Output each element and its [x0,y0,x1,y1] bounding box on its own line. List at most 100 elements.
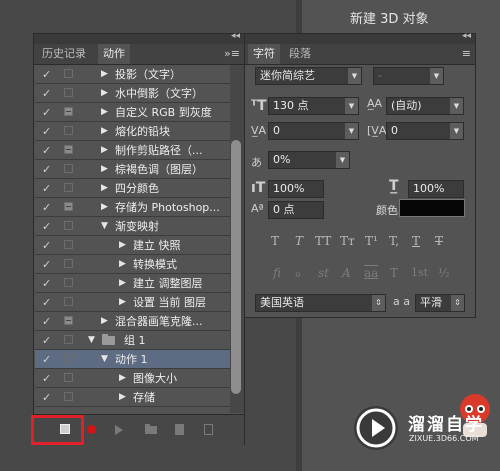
expand-down-icon[interactable]: ▼ [101,217,108,236]
all-caps-icon[interactable]: TT [315,234,331,248]
kerning-field[interactable]: 0 ▼ [268,122,359,140]
toggle-dialog-icon[interactable] [64,392,73,401]
action-list-item[interactable]: ✓ ▶ 棕褐色调（图层） [35,160,230,179]
toggle-item-checkmark-icon[interactable]: ✓ [42,236,54,255]
tab-history[interactable]: 历史记录 [37,44,91,64]
toggle-item-checkmark-icon[interactable]: ✓ [42,350,54,369]
toggle-dialog-icon[interactable] [64,107,73,116]
action-list-item[interactable]: ✓ ▶ 存储 [35,388,230,407]
toggle-dialog-icon[interactable] [64,202,73,211]
expand-right-icon[interactable]: ▶ [119,293,126,312]
font-size-field[interactable]: 130 点 ▼ [268,97,359,115]
stylistic-alternates-icon[interactable]: aa [364,266,378,280]
faux-bold-icon[interactable]: T [271,234,279,248]
toggle-item-checkmark-icon[interactable]: ✓ [42,65,54,84]
toggle-item-checkmark-icon[interactable]: ✓ [42,331,54,350]
expand-right-icon[interactable]: ▶ [101,179,108,198]
ligatures-icon[interactable]: fi [273,266,281,280]
collapse-panel-icon[interactable]: ◂◂ [462,31,471,41]
toggle-item-checkmark-icon[interactable]: ✓ [42,274,54,293]
expand-right-icon[interactable]: ▶ [119,388,126,407]
new-action-icon[interactable] [175,424,184,435]
expand-right-icon[interactable]: ▶ [119,255,126,274]
toggle-item-checkmark-icon[interactable]: ✓ [42,198,54,217]
toggle-item-checkmark-icon[interactable]: ✓ [42,122,54,141]
toggle-item-checkmark-icon[interactable]: ✓ [42,312,54,331]
action-list-item[interactable]: ✓ ▶ 存储为 Photoshop... [35,198,230,217]
toggle-item-checkmark-icon[interactable]: ✓ [42,141,54,160]
expand-right-icon[interactable]: ▶ [101,103,108,122]
toggle-dialog-icon[interactable] [64,316,73,325]
toggle-dialog-icon[interactable] [64,164,73,173]
action-list-item[interactable]: ✓ ▼ 组 1 [35,331,230,350]
action-list-item[interactable]: ✓ ▶ 建立 快照 [35,236,230,255]
action-list-item[interactable]: ✓ ▶ 熔化的铅块 [35,122,230,141]
expand-down-icon[interactable]: ▼ [88,331,95,350]
action-list-item[interactable]: ✓ ▼ 渐变映射 [35,217,230,236]
panel-title-bar[interactable]: ◂◂ [245,31,475,44]
tab-character[interactable]: 字符 [248,44,280,64]
toggle-item-checkmark-icon[interactable]: ✓ [42,179,54,198]
expand-right-icon[interactable]: ▶ [119,369,126,388]
toggle-dialog-icon[interactable] [64,126,73,135]
toggle-dialog-icon[interactable] [64,183,73,192]
baseline-shift-field[interactable]: 0 点 [268,201,324,219]
swash-icon[interactable]: A [342,266,351,280]
underline-icon[interactable]: T [412,234,420,248]
toggle-dialog-icon[interactable] [64,278,73,287]
language-select[interactable]: 美国英语 ⇕ [255,294,386,312]
toggle-item-checkmark-icon[interactable]: ✓ [42,369,54,388]
toggle-item-checkmark-icon[interactable]: ✓ [42,217,54,236]
action-list-item[interactable]: ✓ ▶ 设置 当前 图层 [35,293,230,312]
expand-down-icon[interactable]: ▼ [101,350,108,369]
toggle-dialog-icon[interactable] [64,259,73,268]
toggle-item-checkmark-icon[interactable]: ✓ [42,255,54,274]
collapse-panel-icon[interactable]: ◂◂ [231,31,240,41]
expand-right-icon[interactable]: ▶ [101,84,108,103]
play-icon[interactable] [115,425,123,435]
panel-menu-icon[interactable]: »≡ [224,44,240,64]
expand-right-icon[interactable]: ▶ [101,160,108,179]
new-set-icon[interactable] [145,424,157,434]
toggle-dialog-icon[interactable] [64,69,73,78]
toggle-dialog-icon[interactable] [64,240,73,249]
action-list-item[interactable]: ✓ ▶ 投影（文字） [35,65,230,84]
expand-right-icon[interactable]: ▶ [119,274,126,293]
ordinals-icon[interactable]: 1st [411,266,428,279]
font-style-select[interactable]: - ▼ [373,67,444,85]
toggle-dialog-icon[interactable] [64,335,73,344]
expand-right-icon[interactable]: ▶ [101,65,108,84]
antialias-select[interactable]: 平滑 ⇕ [415,294,465,312]
contextual-alternates-icon[interactable]: ℴ [295,266,301,280]
vertical-scale-field[interactable]: 100% [268,180,324,198]
panel-menu-icon[interactable]: ≡ [462,44,471,64]
toggle-item-checkmark-icon[interactable]: ✓ [42,84,54,103]
expand-right-icon[interactable]: ▶ [101,122,108,141]
horizontal-scale-field[interactable]: 100% [408,180,464,198]
toggle-item-checkmark-icon[interactable]: ✓ [42,293,54,312]
toggle-dialog-icon[interactable] [64,221,73,230]
actions-scrollbar-thumb[interactable] [231,140,241,394]
action-list-item[interactable]: ✓ ▶ 建立 调整图层 [35,274,230,293]
fractions-icon[interactable]: ½ [438,266,450,280]
toggle-dialog-icon[interactable] [64,297,73,306]
tracking-field[interactable]: 0 ▼ [386,122,464,140]
superscript-icon[interactable]: T¹ [365,234,378,248]
faux-italic-icon[interactable]: T [295,234,303,248]
strikethrough-icon[interactable]: T [435,234,443,248]
action-list-item[interactable]: ✓ ▶ 图像大小 [35,369,230,388]
toggle-dialog-icon[interactable] [64,88,73,97]
action-list-item[interactable]: ✓ ▶ 自定义 RGB 到灰度 [35,103,230,122]
toggle-item-checkmark-icon[interactable]: ✓ [42,388,54,407]
action-list-item[interactable]: ✓ ▶ 转换模式 [35,255,230,274]
tab-paragraph[interactable]: 段落 [284,44,316,64]
delete-icon[interactable] [204,424,213,435]
action-list-item[interactable]: ✓ ▶ 四分颜色 [35,179,230,198]
text-color-swatch[interactable] [399,199,465,217]
expand-right-icon[interactable]: ▶ [119,236,126,255]
expand-right-icon[interactable]: ▶ [101,141,108,160]
action-list-item[interactable]: ✓ ▼ 动作 1 [35,350,230,369]
tsume-field[interactable]: 0% ▼ [268,151,350,169]
expand-right-icon[interactable]: ▶ [101,312,108,331]
action-list-item[interactable]: ✓ ▶ 水中倒影（文字） [35,84,230,103]
